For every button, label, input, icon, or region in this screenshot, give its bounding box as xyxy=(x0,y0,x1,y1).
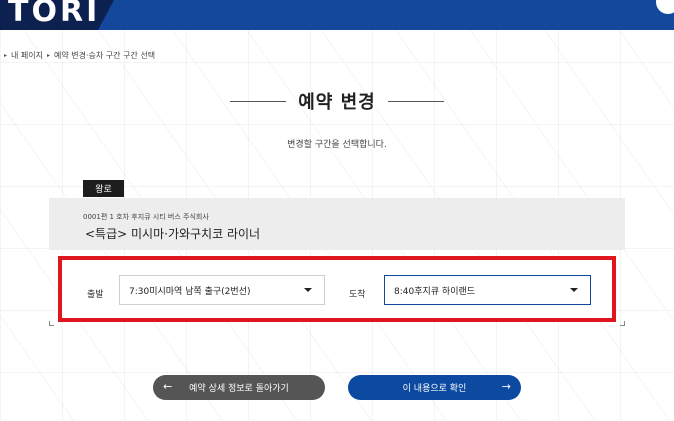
logo[interactable]: TORI xyxy=(0,0,114,30)
chevron-down-icon xyxy=(570,288,578,292)
route-card-header: 0001편 1 호차 후지큐 시티 버스 주식회사 <특급> 미시마·가와구치코… xyxy=(49,198,625,250)
arrival-selected-value: 8:40후지큐 하이랜드 xyxy=(394,286,476,297)
back-to-reservation-button[interactable]: ← 예약 상세 정보로 돌아가기 xyxy=(153,375,325,400)
breadcrumb-separator-icon: ▸ xyxy=(47,52,51,59)
breadcrumb-separator-icon: ▸ xyxy=(4,52,8,59)
segment-selection-highlight: 출발 7:30미시마역 남쪽 출구(2번선) 도착 8:40후지큐 하이랜드 xyxy=(58,256,616,322)
corner-mark xyxy=(49,321,54,326)
departure-selected-value: 7:30미시마역 남쪽 출구(2번선) xyxy=(129,286,251,297)
breadcrumb: ▸ 내 페이지 ▸ 예약 변경·승차 구간 구간 선택 xyxy=(0,50,155,61)
page-title: 예약 변경 xyxy=(298,92,376,113)
top-header-bar: TORI xyxy=(0,0,674,30)
departure-select[interactable]: 7:30미시마역 남쪽 출구(2번선) xyxy=(119,275,325,305)
route-name: <특급> 미시마·가와구치코 라이너 xyxy=(85,227,261,241)
title-divider-right xyxy=(387,100,444,102)
breadcrumb-item-current: 예약 변경·승차 구간 구간 선택 xyxy=(54,51,156,60)
page-title-section: 예약 변경 xyxy=(0,88,674,114)
title-divider-left xyxy=(230,100,287,102)
departure-label: 출발 xyxy=(87,290,104,300)
route-card: 0001편 1 호차 후지큐 시티 버스 주식회사 <특급> 미시마·가와구치코… xyxy=(49,198,625,326)
breadcrumb-item-mypage[interactable]: 내 페이지 xyxy=(11,50,43,61)
page-subtitle: 변경할 구간을 선택합니다. xyxy=(287,140,387,150)
account-icon[interactable] xyxy=(656,0,674,14)
chevron-down-icon xyxy=(304,288,312,292)
arrival-select[interactable]: 8:40후지큐 하이랜드 xyxy=(384,275,591,305)
arrival-label: 도착 xyxy=(349,290,366,300)
arrow-left-icon: ← xyxy=(163,380,173,393)
arrow-right-icon: → xyxy=(501,380,511,393)
route-direction-badge: 왕로 xyxy=(83,180,124,197)
back-button-label: 예약 상세 정보로 돌아가기 xyxy=(189,384,289,394)
bus-info: 0001편 1 호차 후지큐 시티 버스 주식회사 xyxy=(83,213,209,221)
confirm-button-label: 이 내용으로 확인 xyxy=(402,384,467,394)
confirm-button[interactable]: 이 내용으로 확인 → xyxy=(348,375,521,400)
corner-mark xyxy=(620,321,625,326)
logo-text: TORI xyxy=(8,0,101,29)
